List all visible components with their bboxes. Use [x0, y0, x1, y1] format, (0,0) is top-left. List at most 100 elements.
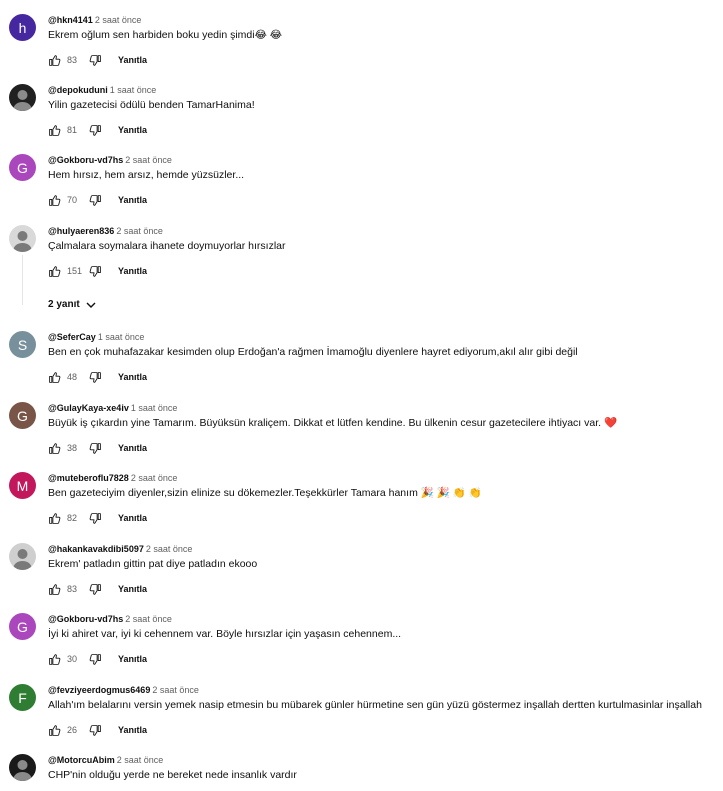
thumbs-down-icon[interactable]	[89, 583, 102, 596]
thread-connector	[22, 255, 23, 305]
comment-actions: 82 Yanıtla	[48, 511, 147, 525]
comment-text: Allah'ım belalarını versin yemek nasip e…	[48, 699, 702, 711]
like-count: 30	[67, 654, 78, 664]
comment-actions: 83 Yanıtla	[48, 582, 147, 596]
avatar[interactable]	[9, 84, 36, 111]
thumbs-up-icon[interactable]	[48, 583, 61, 596]
author-handle[interactable]: @hakankavakdibi5097	[48, 544, 144, 554]
author-handle[interactable]: @muteberoflu7828	[48, 473, 129, 483]
thumbs-down-icon[interactable]	[89, 54, 102, 67]
comment-time[interactable]: 2 saat önce	[146, 544, 193, 554]
comment-meta: @hkn4141 2 saat önce	[48, 14, 141, 26]
reply-button[interactable]: Yanıtla	[118, 654, 147, 664]
thumbs-up-icon[interactable]	[48, 124, 61, 137]
thumbs-up-icon[interactable]	[48, 512, 61, 525]
reply-button[interactable]: Yanıtla	[118, 372, 147, 382]
comment-text: Çalmalara soymalara ihanete doymuyorlar …	[48, 240, 286, 252]
thumbs-down-icon[interactable]	[89, 512, 102, 525]
thumbs-up-icon[interactable]	[48, 724, 61, 737]
comment-actions: 81 Yanıtla	[48, 123, 147, 137]
comment-meta: @fevziyeerdogmus6469 2 saat önce	[48, 684, 199, 696]
reply-button[interactable]: Yanıtla	[118, 513, 147, 523]
thumbs-up-icon[interactable]	[48, 54, 61, 67]
comment-text: Ben en çok muhafazakar kesimden olup Erd…	[48, 346, 578, 358]
comment-time[interactable]: 2 saat önce	[125, 614, 172, 624]
avatar-letter: G	[17, 407, 28, 424]
comment-time[interactable]: 2 saat önce	[116, 226, 163, 236]
show-replies-button[interactable]: 2 yanıt	[48, 299, 96, 310]
comment-actions: 26 Yanıtla	[48, 723, 147, 737]
avatar[interactable]: G	[9, 613, 36, 640]
avatar[interactable]	[9, 754, 36, 781]
avatar[interactable]: S	[9, 331, 36, 358]
author-handle[interactable]: @depokuduni	[48, 85, 108, 95]
avatar[interactable]: F	[9, 684, 36, 711]
avatar-image	[13, 760, 32, 781]
reply-button[interactable]: Yanıtla	[118, 266, 147, 276]
comment-time[interactable]: 1 saat önce	[110, 85, 157, 95]
avatar[interactable]: h	[9, 14, 36, 41]
thumbs-up-icon[interactable]	[48, 371, 61, 384]
avatar-image	[13, 549, 32, 570]
thumbs-down-icon[interactable]	[89, 124, 102, 137]
author-handle[interactable]: @hkn4141	[48, 15, 93, 25]
comment-time[interactable]: 2 saat önce	[117, 755, 164, 765]
comment-meta: @GulayKaya-xe4iv 1 saat önce	[48, 402, 177, 414]
thumbs-down-icon[interactable]	[89, 371, 102, 384]
avatar-image	[13, 90, 32, 111]
thumbs-down-icon[interactable]	[89, 194, 102, 207]
avatar-letter: G	[17, 618, 28, 635]
author-handle[interactable]: @Gokboru-vd7hs	[48, 614, 123, 624]
reply-button[interactable]: Yanıtla	[118, 125, 147, 135]
author-handle[interactable]: @fevziyeerdogmus6469	[48, 685, 150, 695]
avatar[interactable]: G	[9, 154, 36, 181]
comment-time[interactable]: 2 saat önce	[125, 155, 172, 165]
author-handle[interactable]: @hulyaeren836	[48, 226, 114, 236]
comment-text: Ben gazeteciyim diyenler,sizin elinize s…	[48, 487, 482, 499]
author-handle[interactable]: @GulayKaya-xe4iv	[48, 403, 129, 413]
comment-time[interactable]: 1 saat önce	[98, 332, 145, 342]
reply-button[interactable]: Yanıtla	[118, 195, 147, 205]
comment-actions: 30 Yanıtla	[48, 652, 147, 666]
reply-button[interactable]: Yanıtla	[118, 725, 147, 735]
comment-actions: 38 Yanıtla	[48, 441, 147, 455]
comment-time[interactable]: 2 saat önce	[131, 473, 178, 483]
thumbs-down-icon[interactable]	[89, 442, 102, 455]
comment-text: Ekrem oğlum sen harbiden boku yedin şimd…	[48, 29, 283, 41]
reply-button[interactable]: Yanıtla	[118, 584, 147, 594]
thumbs-up-icon[interactable]	[48, 194, 61, 207]
like-count: 70	[67, 195, 78, 205]
author-handle[interactable]: @SeferCay	[48, 332, 96, 342]
author-handle[interactable]: @MotorcuAbim	[48, 755, 115, 765]
comment-time[interactable]: 1 saat önce	[131, 403, 178, 413]
thumbs-up-icon[interactable]	[48, 653, 61, 666]
comment-text: İyi ki ahiret var, iyi ki cehennem var. …	[48, 628, 402, 640]
avatar[interactable]: G	[9, 402, 36, 429]
author-handle[interactable]: @Gokboru-vd7hs	[48, 155, 123, 165]
comment-actions: 48 Yanıtla	[48, 370, 147, 384]
comment-time[interactable]: 2 saat önce	[95, 15, 142, 25]
reply-button[interactable]: Yanıtla	[118, 443, 147, 453]
comment-meta: @Gokboru-vd7hs 2 saat önce	[48, 613, 172, 625]
avatar[interactable]: M	[9, 472, 36, 499]
reply-button[interactable]: Yanıtla	[118, 55, 147, 65]
avatar[interactable]	[9, 225, 36, 252]
avatar-letter: S	[17, 336, 28, 353]
thumbs-down-icon[interactable]	[89, 724, 102, 737]
like-count: 38	[67, 443, 78, 453]
comment-actions: 70 Yanıtla	[48, 193, 147, 207]
comment-meta: @SeferCay 1 saat önce	[48, 331, 144, 343]
thumbs-down-icon[interactable]	[89, 265, 102, 278]
replies-count-label: 2 yanıt	[48, 299, 80, 310]
thumbs-down-icon[interactable]	[89, 653, 102, 666]
comment-text: Büyük iş çıkardın yine Tamarım. Büyüksün…	[48, 417, 618, 429]
comment-meta: @Gokboru-vd7hs 2 saat önce	[48, 154, 172, 166]
like-count: 26	[67, 725, 78, 735]
comment-actions: 151 Yanıtla	[48, 264, 147, 278]
comment-actions: 83 Yanıtla	[48, 53, 147, 67]
avatar[interactable]	[9, 543, 36, 570]
comment-time[interactable]: 2 saat önce	[152, 685, 199, 695]
thumbs-up-icon[interactable]	[48, 442, 61, 455]
comment-text: Hem hırsız, hem arsız, hemde yüzsüzler..…	[48, 169, 245, 181]
thumbs-up-icon[interactable]	[48, 265, 61, 278]
